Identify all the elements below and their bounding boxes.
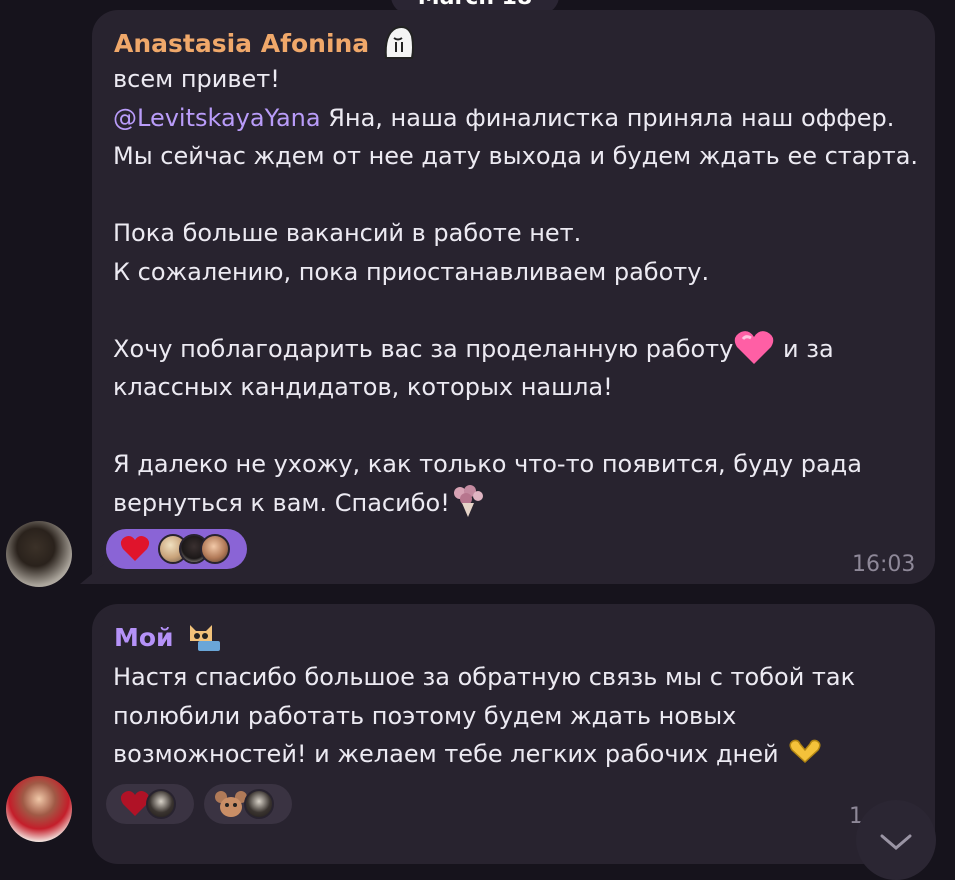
reactor-avatar[interactable] xyxy=(200,534,230,564)
msg-line: Яна, наша финалистка приняла наш оффер. xyxy=(320,103,895,132)
mention-link[interactable]: @LevitskayaYana xyxy=(113,104,321,132)
sender-avatar[interactable] xyxy=(6,521,72,587)
sender-name[interactable]: Мой xyxy=(114,623,222,653)
reactor-avatar[interactable] xyxy=(244,789,274,819)
msg-line: вернуться к вам. Спасибо! xyxy=(113,488,450,517)
red-heart-icon xyxy=(120,536,150,561)
msg-line: и за xyxy=(775,334,834,363)
msg-line: всем привет! xyxy=(113,65,280,93)
reaction-dark-heart[interactable] xyxy=(106,784,194,824)
chevron-down-icon xyxy=(880,834,912,850)
msg-line: Мы сейчас ждем от нее дату выхода и буде… xyxy=(113,142,919,170)
message-text: Настя спасибо большое за обратную связь … xyxy=(113,658,933,774)
reaction-heart[interactable] xyxy=(106,529,247,569)
msg-line: Я далеко не ухожу, как только что-то поя… xyxy=(113,450,862,478)
msg-line: полюбили работать поэтому будем ждать но… xyxy=(113,701,737,730)
message-text: всем привет! @LevitskayaYana Яна, наша ф… xyxy=(113,60,933,522)
msg-line: Настя спасибо большое за обратную связь … xyxy=(113,663,856,691)
reaction-mouse[interactable] xyxy=(204,784,292,824)
sender-name[interactable]: Anastasia Afonina xyxy=(114,26,416,60)
sender-name-text[interactable]: Anastasia Afonina xyxy=(114,29,369,58)
message-time: 16:03 xyxy=(852,552,916,577)
msg-line: классных кандидатов, которых нашла! xyxy=(113,373,613,401)
bouquet-icon xyxy=(453,484,483,517)
msg-line: Хочу поблагодарить вас за проделанную ра… xyxy=(113,334,734,363)
ghost-sticker-icon xyxy=(384,26,414,59)
msg-line: Пока больше вакансий в работе нет. xyxy=(113,219,582,247)
scroll-down-button[interactable] xyxy=(856,800,936,880)
sender-avatar[interactable] xyxy=(6,776,72,842)
heart-hands-icon xyxy=(789,739,821,764)
msg-line: возможностей! и желаем тебе легких рабоч… xyxy=(113,740,779,768)
pink-heart-icon xyxy=(735,330,774,364)
cat-laptop-icon xyxy=(190,625,221,651)
sender-name-text[interactable]: Мой xyxy=(114,623,174,652)
msg-line: К сожалению, пока приостанавливаем работ… xyxy=(113,257,710,286)
reactor-avatar[interactable] xyxy=(146,789,176,819)
